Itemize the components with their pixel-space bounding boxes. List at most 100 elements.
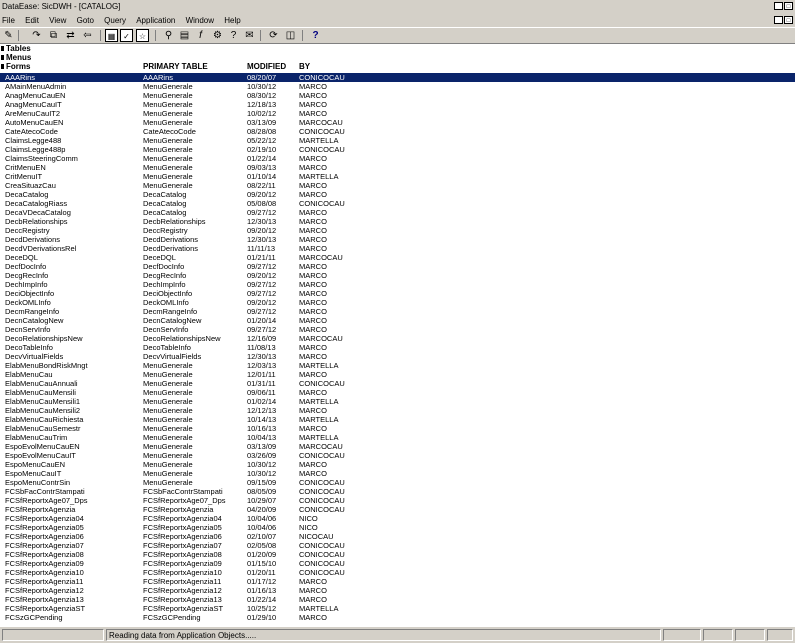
table-row[interactable]: CreaSituazCau MenuGenerale 08/22/11 MARCO — [0, 181, 795, 190]
query-icon[interactable]: ⚲ — [162, 29, 175, 42]
header-primary-table[interactable]: PRIMARY TABLE — [143, 62, 208, 71]
table-row[interactable]: FCSfReportxAgenzia FCSfReportxAgenzia 04/2… — [0, 505, 795, 514]
table-row[interactable]: CritMenuIT MenuGenerale 01/10/14 MARTELLA — [0, 172, 795, 181]
table-row[interactable]: DecaCatalogRiass DecaCatalog 05/08/08 CONIC… — [0, 199, 795, 208]
table-row[interactable]: DecaVDecaCatalog DecaCatalog 09/27/12 MARCO — [0, 208, 795, 217]
modified-date: 09/20/12 — [247, 190, 277, 199]
function-icon[interactable]: f — [194, 29, 207, 42]
table-row[interactable]: ElabMenuCauMensili MenuGenerale 09/06/11 MA… — [0, 388, 795, 397]
table-row[interactable]: DecdDerivations DecdDerivations 12/30/13 MA… — [0, 235, 795, 244]
table-row[interactable]: ElabMenuCauAnnuali MenuGenerale 01/31/11 CO… — [0, 379, 795, 388]
table-row[interactable]: DeckOMLInfo DeckOMLInfo 09/20/12 MARCO — [0, 298, 795, 307]
table-row[interactable]: FCSfReportxAgenzia11 FCSfReportxAgenzia11… — [0, 577, 795, 586]
document-icon[interactable]: ✉ — [243, 29, 256, 42]
table-row[interactable]: ElabMenuBondRiskMngt MenuGenerale 12/03/13… — [0, 361, 795, 370]
table-row[interactable]: ClaimsSteeringComm MenuGenerale 01/22/14 MA… — [0, 154, 795, 163]
table-row[interactable]: CritMenuEN MenuGenerale 09/03/13 MARCO — [0, 163, 795, 172]
menu-help[interactable]: Help — [224, 14, 240, 27]
table-row[interactable]: DecgRecInfo DecgRecInfo 09/20/12 MARCO — [0, 271, 795, 280]
table-row[interactable]: FCSzGCPending FCSzGCPending 01/29/10 MARCO — [0, 613, 795, 622]
header-by[interactable]: BY — [299, 62, 310, 71]
table-row[interactable]: FCSfReportxAgenzia07 FCSfReportxAgenzia07… — [0, 541, 795, 550]
table-row[interactable]: AnagMenuCauIT MenuGenerale 12/18/13 MARCO — [0, 100, 795, 109]
table-row[interactable]: DeciObjectInfo DeciObjectInfo 09/27/12 MARC… — [0, 289, 795, 298]
relation-icon[interactable]: ☆ — [136, 29, 149, 42]
table-row[interactable]: FCSfReportxAgenzia09 FCSfReportxAgenzia09… — [0, 559, 795, 568]
menu-application[interactable]: Application — [136, 14, 175, 27]
tree-forms[interactable]: Forms — [0, 62, 60, 71]
menu-window[interactable]: Window — [186, 14, 214, 27]
modified-date: 01/20/09 — [247, 550, 277, 559]
table-row[interactable]: AMainMenuAdmin MenuGenerale 10/30/12 MARCO — [0, 82, 795, 91]
header-modified[interactable]: MODIFIED — [247, 62, 286, 71]
table-row[interactable]: DecdVDerivationsRel DecdDerivations 11/11/… — [0, 244, 795, 253]
table-row[interactable]: EspoEvolMenuCauEN MenuGenerale 03/13/09 MAR… — [0, 442, 795, 451]
table-row[interactable]: DecmRangeInfo DecmRangeInfo 09/27/12 MARCO — [0, 307, 795, 316]
table-row[interactable]: EspoMenuContrSin MenuGenerale 09/15/09 CONI… — [0, 478, 795, 487]
restore-icon[interactable]: □ — [784, 2, 793, 10]
table-row[interactable]: DecvVirtualFields DecvVirtualFields 12/30/… — [0, 352, 795, 361]
table-row[interactable]: FCSfReportxAge07_Dps FCSfReportxAge07_Dps… — [0, 496, 795, 505]
child-restore-icon[interactable]: □ — [784, 16, 793, 24]
design-pencil-icon[interactable]: ✎ — [2, 29, 15, 42]
table-row[interactable]: AutoMenuCauEN MenuGenerale 03/13/09 MARCOCA… — [0, 118, 795, 127]
table-row[interactable]: DecoRelationshipsNew DecoRelationshipsNew… — [0, 334, 795, 343]
table-row[interactable]: EspoEvolMenuCauIT MenuGenerale 03/26/09 CON… — [0, 451, 795, 460]
minimize-icon[interactable]: _ — [774, 2, 783, 10]
table-row[interactable]: CateAtecoCode CateAtecoCode 08/28/08 CONICO… — [0, 127, 795, 136]
menu-file[interactable]: File — [2, 14, 15, 27]
table-row[interactable]: DeccRegistry DeccRegistry 09/20/12 MARCO — [0, 226, 795, 235]
table-row[interactable]: DecbRelationships DecbRelationships 12/30/… — [0, 217, 795, 226]
table-row[interactable]: ElabMenuCauRichiesta MenuGenerale 10/14/13… — [0, 415, 795, 424]
table-row[interactable]: FCSfReportxAgenzia05 FCSfReportxAgenzia05… — [0, 523, 795, 532]
table-row[interactable]: DeceDQL DeceDQL 01/21/11 MARCOCAU — [0, 253, 795, 262]
library-icon[interactable]: ▤ — [178, 29, 191, 42]
menu-view[interactable]: View — [49, 14, 66, 27]
child-minimize-icon[interactable]: _ — [774, 16, 783, 24]
refresh-icon[interactable]: ⟳ — [267, 29, 280, 42]
menu-query[interactable]: Query — [104, 14, 126, 27]
import-icon[interactable]: ⇦ — [81, 29, 94, 42]
table-row[interactable]: FCSfReportxAgenzia10 FCSfReportxAgenzia10… — [0, 568, 795, 577]
table-row[interactable]: EspoMenuCauIT MenuGenerale 10/30/12 MARCO — [0, 469, 795, 478]
primary-table: MenuGenerale — [143, 451, 193, 460]
table-row[interactable]: FCSfReportxAgenzia06 FCSfReportxAgenzia06… — [0, 532, 795, 541]
table-row[interactable]: ClaimsLegge488p MenuGenerale 02/19/10 CONIC… — [0, 145, 795, 154]
table-row[interactable]: ElabMenuCauMensili2 MenuGenerale 12/12/13 M… — [0, 406, 795, 415]
table-row[interactable]: DecoTableInfo DecoTableInfo 11/08/13 MARCO — [0, 343, 795, 352]
table-row[interactable]: AnagMenuCauEN MenuGenerale 08/30/12 MARCO — [0, 91, 795, 100]
table-row[interactable]: FCSfReportxAgenzia13 FCSfReportxAgenzia13… — [0, 595, 795, 604]
table-row[interactable]: FCSfReportxAgenzia08 FCSfReportxAgenzia08… — [0, 550, 795, 559]
tree-tables[interactable]: Tables — [0, 44, 60, 53]
help-page-icon[interactable]: ? — [227, 29, 240, 42]
table-row[interactable]: FCSfReportxAgenzia12 FCSfReportxAgenzia12… — [0, 586, 795, 595]
tree-menus[interactable]: Menus — [0, 53, 60, 62]
report-icon[interactable]: ◫ — [284, 29, 297, 42]
table-row[interactable]: FCSbFacContrStampati FCSbFacContrStampati… — [0, 487, 795, 496]
table-row[interactable]: AreMenuCauIT2 MenuGenerale 10/02/12 MARCO — [0, 109, 795, 118]
move-icon[interactable]: ⇄ — [64, 29, 77, 42]
table-row[interactable]: ElabMenuCau MenuGenerale 12/01/11 MARCO — [0, 370, 795, 379]
table-row[interactable]: AAARins AAARins 08/20/07 CONICOCAU — [0, 73, 795, 82]
table-row[interactable]: EspoMenuCauEN MenuGenerale 10/30/12 MARCO — [0, 460, 795, 469]
form-view-icon[interactable]: ✓ — [120, 29, 133, 42]
table-row[interactable]: FCSfReportxAgenzia04 FCSfReportxAgenzia04… — [0, 514, 795, 523]
table-view-icon[interactable]: ▦ — [105, 29, 118, 42]
table-row[interactable]: DecfDocInfo DecfDocInfo 09/27/12 MARCO — [0, 262, 795, 271]
menu-goto[interactable]: Goto — [77, 14, 94, 27]
table-row[interactable]: FCSfReportxAgenziaST FCSfReportxAgenziaST… — [0, 604, 795, 613]
table-row[interactable]: DechImpInfo DechImpInfo 09/27/12 MARCO — [0, 280, 795, 289]
procedure-icon[interactable]: ⚙ — [211, 29, 224, 42]
copy-icon[interactable]: ⧉ — [47, 29, 60, 42]
table-row[interactable]: ElabMenuCauMensili1 MenuGenerale 01/02/14 M… — [0, 397, 795, 406]
table-row[interactable]: ClaimsLegge488 MenuGenerale 05/22/12 MARTEL… — [0, 136, 795, 145]
table-row[interactable]: DecaCatalog DecaCatalog 09/20/12 MARCO — [0, 190, 795, 199]
table-row[interactable]: ElabMenuCauTrim MenuGenerale 10/04/13 MARTE… — [0, 433, 795, 442]
table-row[interactable]: DecnServInfo DecnServInfo 09/27/12 MARCO — [0, 325, 795, 334]
table-row[interactable]: DecnCatalogNew DecnCatalogNew 01/20/14 MARC… — [0, 316, 795, 325]
primary-table: DecaCatalog — [143, 208, 187, 217]
context-help-icon[interactable]: ? — [309, 29, 322, 42]
open-icon[interactable]: ↷ — [30, 29, 43, 42]
table-row[interactable]: ElabMenuCauSemestr MenuGenerale 10/16/13 MA… — [0, 424, 795, 433]
menu-edit[interactable]: Edit — [25, 14, 39, 27]
